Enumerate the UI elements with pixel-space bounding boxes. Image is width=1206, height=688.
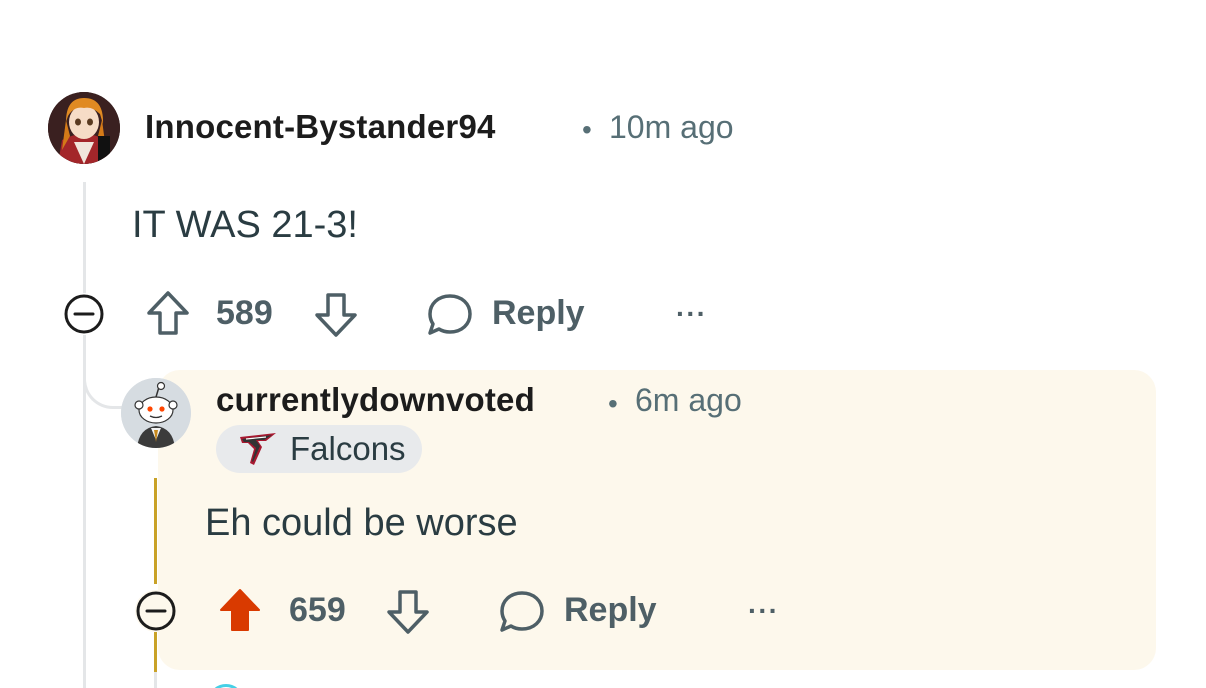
more-options-button[interactable]: ··· [676,298,707,330]
nested-thread-line[interactable] [154,478,157,584]
comment-bubble-icon [500,591,544,632]
thread-line[interactable] [83,182,86,294]
snoo-avatar-icon[interactable] [121,378,191,448]
more-options-button[interactable]: ··· [748,595,779,627]
thread-connector [83,335,125,409]
comment-timestamp[interactable]: 10m ago [609,109,734,146]
vote-count: 589 [216,294,273,332]
comment-bubble-icon [428,294,472,335]
meta-separator: • [582,114,592,145]
reply-button[interactable] [498,588,546,641]
downvote-button[interactable] [313,291,359,344]
reply-button[interactable] [426,291,474,344]
upvote-button[interactable] [145,289,191,342]
upvote-button[interactable] [217,586,263,639]
flair-label: Falcons [290,430,406,467]
vote-count: 659 [289,591,346,629]
collapse-icon [136,591,176,631]
collapse-icon [64,294,104,334]
collapse-thread-button[interactable] [135,590,177,632]
reply-button-label[interactable]: Reply [492,294,585,333]
comment-timestamp[interactable]: 6m ago [635,382,742,419]
anime-avatar-icon[interactable] [48,92,120,164]
nested-thread-line[interactable] [154,672,157,688]
comment-body: IT WAS 21-3! [132,204,358,246]
downvote-icon [315,293,357,337]
comment-username[interactable]: currentlydownvoted [216,381,535,419]
nested-thread-line[interactable] [154,632,157,672]
downvote-button[interactable] [385,588,431,641]
reply-button-label[interactable]: Reply [564,591,657,630]
upvote-filled-icon [220,589,260,631]
downvote-icon [387,590,429,634]
upvote-icon [147,291,189,335]
comment-body: Eh could be worse [205,502,518,544]
collapse-thread-button[interactable] [63,293,105,335]
falcons-logo-icon [240,433,276,465]
user-flair: Falcons [216,425,422,473]
comment-thread: Innocent-Bystander94 • 10m ago IT WAS 21… [0,0,1206,688]
comment-username[interactable]: Innocent-Bystander94 [145,108,496,146]
meta-separator: • [608,388,618,419]
next-comment-avatar[interactable] [208,684,244,688]
